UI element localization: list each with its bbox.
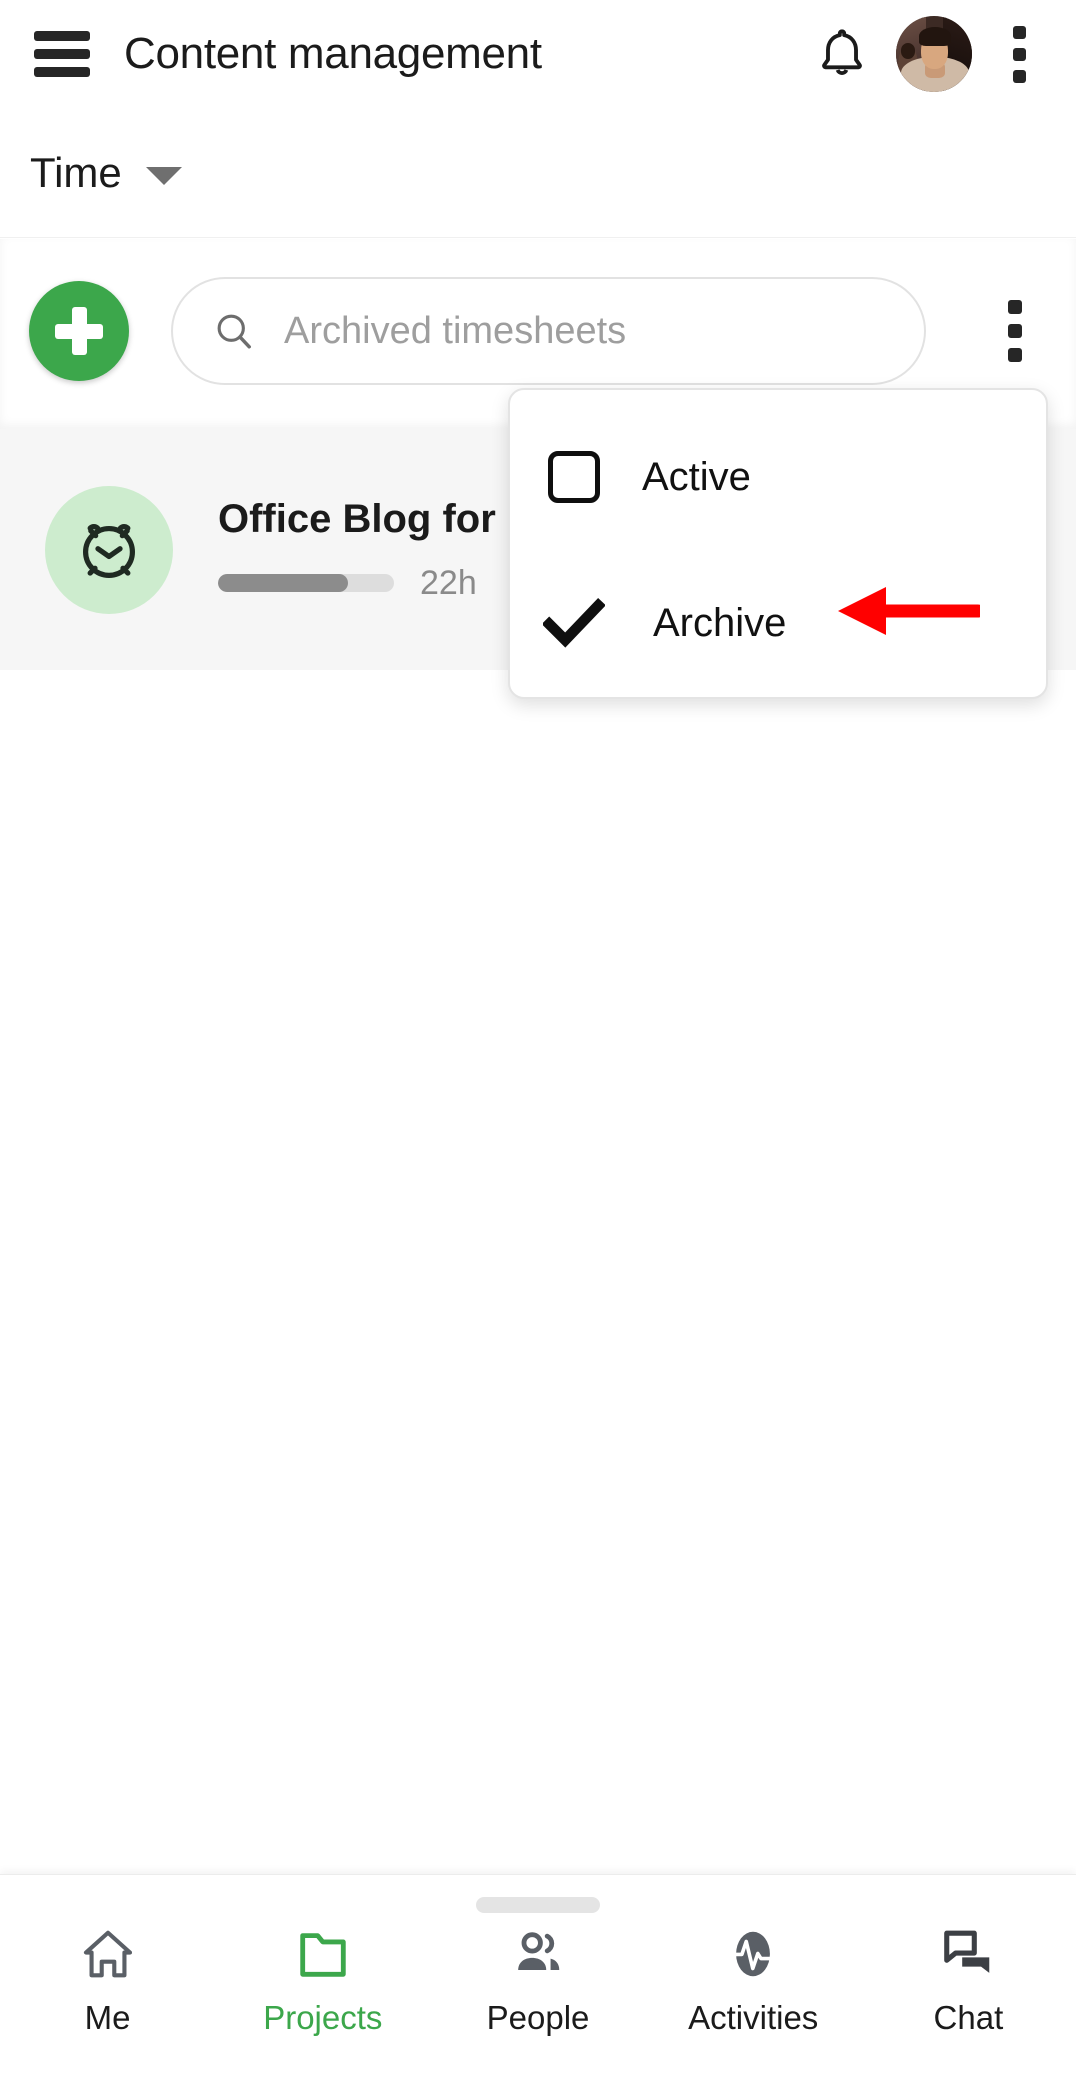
hamburger-line xyxy=(34,67,90,77)
drag-handle[interactable] xyxy=(476,1897,600,1913)
list-item-hours: 22h xyxy=(420,563,477,602)
notification-bell-icon xyxy=(822,29,862,75)
list-item-body: Office Blog for 22h xyxy=(218,497,496,603)
toolbar-overflow-menu-icon[interactable] xyxy=(976,277,1054,385)
nav-item-projects[interactable]: Projects xyxy=(215,1925,430,2037)
folder-icon xyxy=(300,1933,346,1977)
list-item-icon-circle xyxy=(45,485,173,614)
archive-checkbox[interactable] xyxy=(543,592,605,654)
user-avatar-button[interactable] xyxy=(888,8,980,100)
avatar-background-person-head xyxy=(900,43,915,59)
status-filter-menu: Active Archive xyxy=(508,388,1048,699)
hamburger-line xyxy=(34,49,90,59)
people-icon xyxy=(518,1932,560,1970)
menu-item-archive[interactable]: Archive xyxy=(510,568,1050,678)
progress-bar-fill xyxy=(218,574,349,592)
add-button[interactable] xyxy=(29,281,129,381)
menu-item-active[interactable]: Active xyxy=(510,422,1050,532)
alarm-clock-icon xyxy=(83,523,135,578)
progress-bar xyxy=(218,574,394,592)
page-title: Content management xyxy=(124,29,542,78)
dot xyxy=(1008,324,1022,338)
menu-item-label: Archive xyxy=(653,600,787,645)
time-filter-label: Time xyxy=(30,148,122,196)
hamburger-line xyxy=(34,31,90,41)
dot xyxy=(1012,25,1026,39)
list-item-meta: 22h xyxy=(218,564,496,603)
nav-item-people[interactable]: People xyxy=(430,1925,645,2037)
nav-item-activities[interactable]: Activities xyxy=(646,1925,861,2037)
sub-bar: Time xyxy=(0,108,1076,238)
chat-icon xyxy=(944,1930,990,1973)
avatar-hair xyxy=(918,27,951,46)
menu-item-label: Active xyxy=(642,454,751,499)
nav-label: Projects xyxy=(263,1999,383,2036)
nav-item-chat[interactable]: Chat xyxy=(861,1925,1076,2037)
dot xyxy=(1008,348,1022,362)
hamburger-menu-icon[interactable] xyxy=(34,31,90,77)
app-bar-actions xyxy=(796,0,1058,108)
list-item-title: Office Blog for xyxy=(218,496,496,541)
pulse-icon xyxy=(732,1931,775,1977)
search-icon xyxy=(217,314,251,349)
nav-item-me[interactable]: Me xyxy=(0,1925,215,2037)
avatar xyxy=(896,16,972,92)
bottom-navigation-sheet: Me Projects People Activities Chat xyxy=(0,1874,1076,2092)
empty-checkbox-icon xyxy=(548,451,600,503)
active-checkbox[interactable] xyxy=(543,446,605,508)
app-root: Content management Time Archived timeshe… xyxy=(0,0,1076,2092)
nav-label: Chat xyxy=(933,1999,1004,2036)
notifications-button[interactable] xyxy=(796,8,888,100)
dot xyxy=(1008,300,1022,314)
search-field[interactable] xyxy=(171,277,926,385)
checkmark-icon xyxy=(543,597,605,648)
app-bar-overflow-menu-icon[interactable] xyxy=(980,8,1058,100)
nav-label: People xyxy=(486,1999,590,2036)
dot xyxy=(1012,69,1026,83)
time-filter-dropdown[interactable]: Time xyxy=(30,149,182,197)
chevron-down-icon xyxy=(145,166,182,185)
bottom-navigation: Me Projects People Activities Chat xyxy=(0,1925,1076,2073)
nav-label: Me xyxy=(84,1999,131,2036)
dot xyxy=(1012,47,1026,61)
home-icon xyxy=(83,1930,132,1978)
search-input[interactable] xyxy=(284,309,844,353)
plus-icon xyxy=(71,307,87,355)
app-bar: Content management xyxy=(0,0,1076,108)
nav-label: Activities xyxy=(688,1999,819,2036)
